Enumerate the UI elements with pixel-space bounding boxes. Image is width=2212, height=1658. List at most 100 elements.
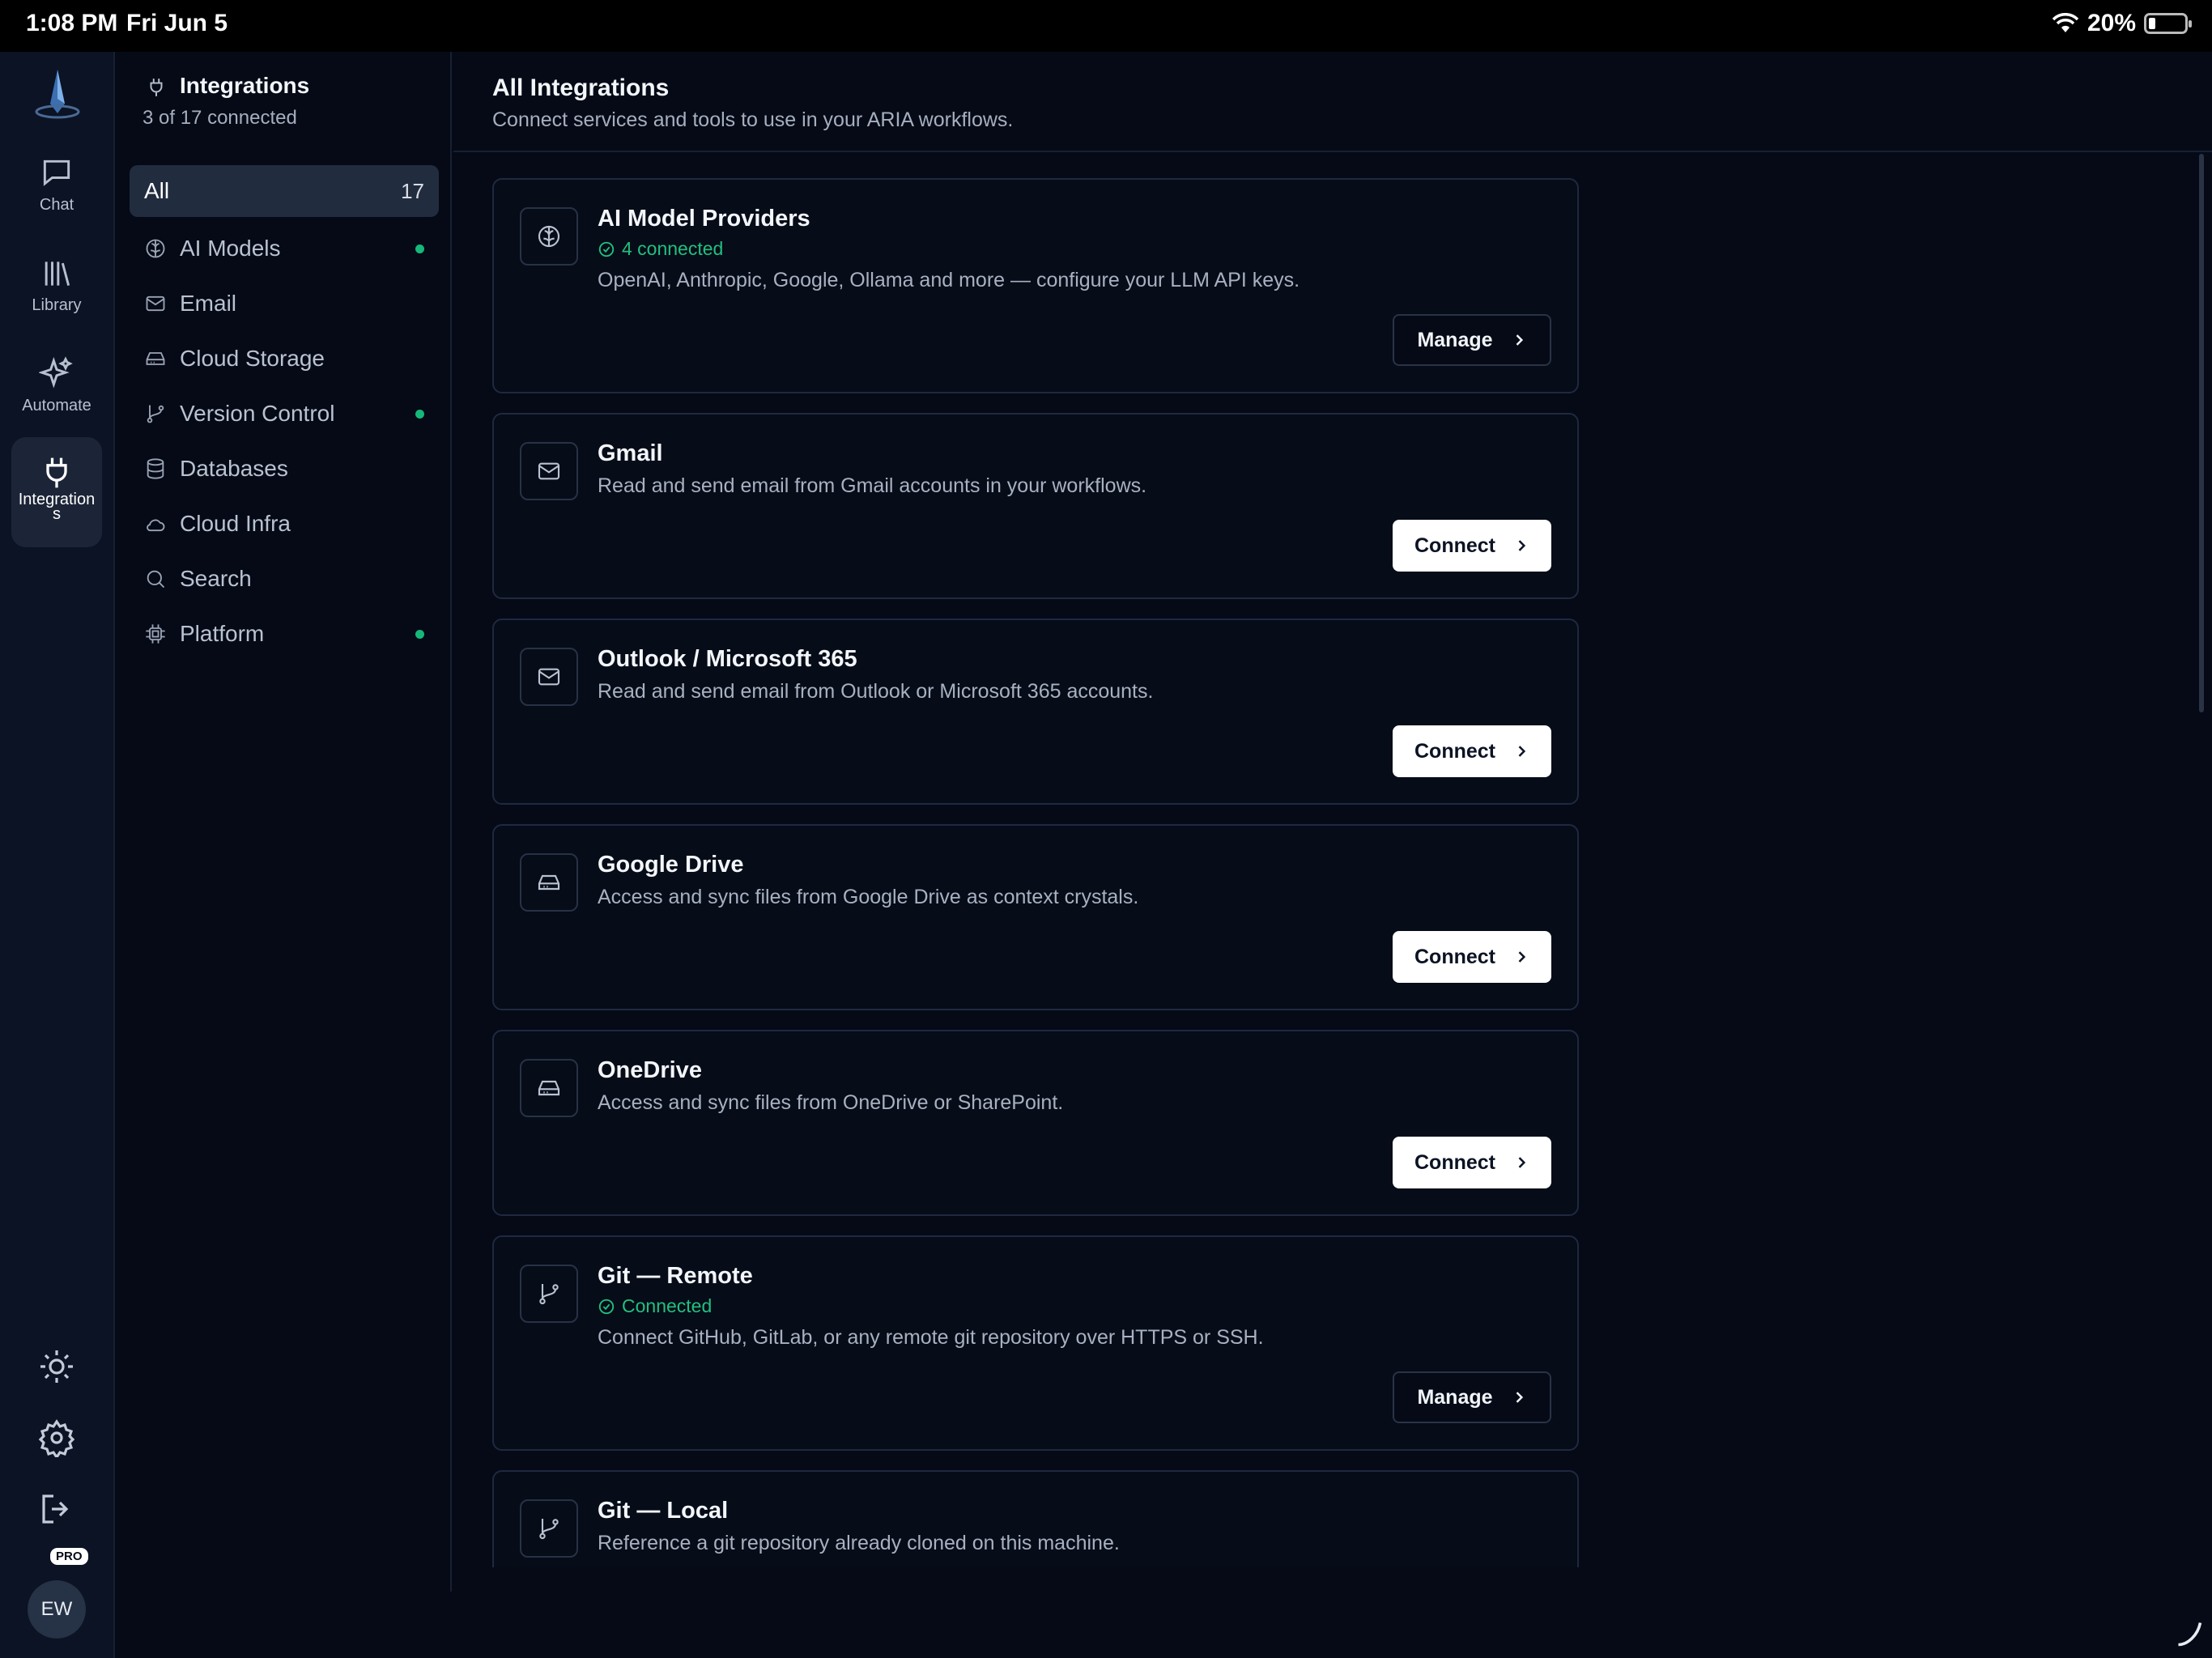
button-label: Connect: [1414, 1150, 1495, 1174]
connect-button[interactable]: Connect: [1393, 520, 1551, 572]
card-description: Access and sync files from OneDrive or S…: [598, 1091, 1064, 1114]
connect-button[interactable]: Connect: [1393, 725, 1551, 777]
card-title: Git — Remote: [598, 1263, 753, 1289]
card-title: Google Drive: [598, 852, 744, 878]
chevron-right-icon: [1518, 540, 1526, 551]
plug-icon: [150, 79, 163, 96]
card-description: Reference a git repository already clone…: [598, 1532, 1120, 1554]
resize-handle-icon[interactable]: [2175, 1619, 2204, 1648]
wifi-icon: [2052, 13, 2079, 32]
scrollbar[interactable]: [2199, 154, 2204, 712]
category-databases[interactable]: Databases: [130, 443, 439, 495]
category-cloud-storage[interactable]: Cloud Storage: [130, 333, 439, 385]
brain-icon: [146, 239, 165, 258]
page-title: All Integrations: [492, 74, 670, 101]
button-label: Manage: [1417, 328, 1493, 351]
card-title: Outlook / Microsoft 365: [598, 646, 857, 672]
category-all[interactable]: All 17: [130, 165, 439, 217]
battery-percent: 20%: [2087, 10, 2136, 36]
chevron-right-icon: [1518, 951, 1526, 963]
gear-icon[interactable]: [37, 1418, 76, 1457]
category-label: Search: [180, 566, 252, 591]
card-icon-box: [520, 442, 578, 500]
sparkle-icon: [39, 356, 73, 389]
connect-button[interactable]: Connect: [1393, 931, 1551, 983]
button-label: Connect: [1414, 945, 1495, 968]
category-label: Databases: [180, 456, 288, 481]
category-version-control[interactable]: Version Control: [130, 388, 439, 440]
check-circle-icon: [598, 1299, 615, 1314]
rail-integrations-label: Integration s: [18, 491, 96, 523]
integration-card-onedrive: OneDrive Access and sync files from OneD…: [492, 1030, 1579, 1216]
database-icon: [147, 458, 164, 479]
category-label: All: [144, 178, 170, 203]
rail-library-label: Library: [32, 296, 82, 314]
check-circle-icon: [598, 241, 615, 257]
category-label: Platform: [180, 621, 265, 646]
card-description: Read and send email from Outlook or Micr…: [598, 680, 1154, 703]
category-label: Version Control: [180, 401, 335, 426]
card-icon-box: [520, 853, 578, 912]
avatar[interactable]: EW: [28, 1580, 86, 1639]
rail-chat[interactable]: Chat: [11, 155, 102, 233]
rail-integrations[interactable]: Integration s: [11, 437, 102, 547]
drive-icon: [538, 1080, 560, 1096]
library-icon: [45, 261, 70, 287]
button-label: Manage: [1417, 1385, 1493, 1409]
card-title: Gmail: [598, 440, 663, 466]
rail-chat-label: Chat: [39, 196, 74, 214]
category-label: AI Models: [180, 236, 281, 261]
card-description: Connect GitHub, GitLab, or any remote gi…: [598, 1326, 1264, 1349]
chevron-right-icon: [1518, 746, 1526, 757]
category-ai-models[interactable]: AI Models: [130, 223, 439, 274]
chat-icon: [43, 159, 70, 186]
cpu-icon: [146, 624, 165, 644]
mail-icon: [538, 668, 560, 686]
sun-icon[interactable]: [37, 1347, 76, 1386]
card-description: Read and send email from Gmail accounts …: [598, 474, 1147, 497]
connected-dot: [415, 244, 424, 253]
integration-card-gmail: Gmail Read and send email from Gmail acc…: [492, 413, 1579, 599]
connected-dot: [415, 409, 424, 419]
category-cloud-infra[interactable]: Cloud Infra: [130, 498, 439, 550]
brain-icon: [538, 225, 560, 248]
integration-card-ai-model-providers: AI Model Providers 4 connected OpenAI, A…: [492, 178, 1579, 393]
app-logo-icon[interactable]: [29, 66, 86, 123]
chevron-right-icon: [1518, 1157, 1526, 1168]
category-platform[interactable]: Platform: [130, 608, 439, 660]
category-email[interactable]: Email: [130, 278, 439, 329]
manage-button[interactable]: Manage: [1393, 314, 1551, 366]
card-title: Git — Local: [598, 1498, 729, 1524]
button-label: Connect: [1414, 534, 1495, 557]
category-label: Cloud Infra: [180, 511, 291, 536]
category-search[interactable]: Search: [130, 553, 439, 605]
logout-icon[interactable]: [37, 1490, 76, 1528]
mail-icon: [538, 462, 560, 480]
status-date: Fri Jun 5: [126, 10, 228, 36]
integration-card-outlook: Outlook / Microsoft 365 Read and send em…: [492, 619, 1579, 805]
chevron-right-icon: [1516, 1392, 1523, 1403]
status-text: Connected: [622, 1295, 713, 1316]
integration-card-git-local: Git — Local Reference a git repository a…: [492, 1470, 1579, 1567]
page-subtitle: Connect services and tools to use in you…: [492, 108, 1014, 131]
connect-button[interactable]: Connect: [1393, 1137, 1551, 1188]
plug-icon: [46, 457, 67, 488]
rail-library[interactable]: Library: [11, 256, 102, 334]
card-icon-box: [520, 207, 578, 266]
rail-automate-label: Automate: [22, 397, 91, 414]
card-title: AI Model Providers: [598, 206, 810, 232]
card-description: OpenAI, Anthropic, Google, Ollama and mo…: [598, 269, 1300, 291]
drive-icon: [538, 874, 560, 891]
status-time: 1:08 PM: [26, 10, 118, 36]
git-branch-icon: [539, 1284, 559, 1305]
button-label: Connect: [1414, 739, 1495, 763]
connection-status: Connected: [598, 1295, 712, 1317]
status-text: 4 connected: [622, 238, 724, 259]
sidebar-title: Integrations: [180, 73, 310, 98]
battery-icon: [2144, 13, 2192, 34]
manage-button[interactable]: Manage: [1393, 1371, 1551, 1423]
rail-automate[interactable]: Automate: [11, 356, 102, 434]
integration-card-google-drive: Google Drive Access and sync files from …: [492, 824, 1579, 1010]
nav-rail: Chat Library Automate Integration s PRO …: [0, 52, 115, 1658]
category-label: Email: [180, 291, 237, 316]
